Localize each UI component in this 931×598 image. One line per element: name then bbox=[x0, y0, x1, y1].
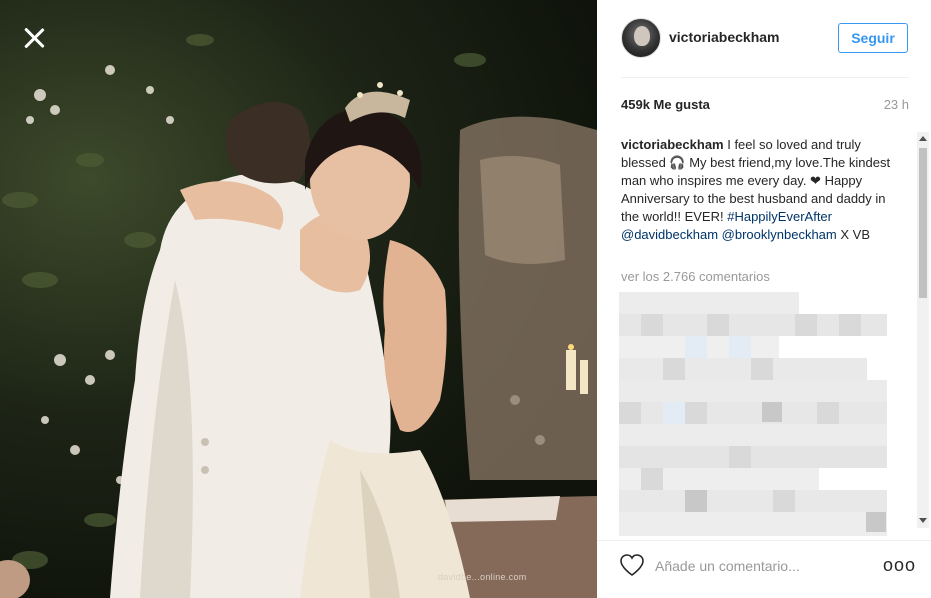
likes-count[interactable]: 459k Me gusta bbox=[621, 97, 710, 112]
caption-mention-david[interactable]: @davidbeckham bbox=[621, 227, 718, 242]
post-time[interactable]: 23 h bbox=[884, 97, 909, 112]
blurred-comments bbox=[619, 292, 887, 536]
photo-watermark: davidbe...online.com bbox=[438, 572, 527, 582]
comments-scrollbar[interactable] bbox=[917, 132, 929, 528]
scroll-up-arrow-icon[interactable] bbox=[919, 136, 927, 141]
caption-mention-brooklyn[interactable]: @brooklynbeckham bbox=[722, 227, 837, 242]
post-header: victoriabeckham Seguir bbox=[621, 18, 909, 78]
post-details-panel: victoriabeckham Seguir 459k Me gusta 23 … bbox=[597, 0, 931, 598]
heart-icon[interactable] bbox=[619, 553, 645, 577]
close-icon[interactable] bbox=[20, 24, 48, 52]
post-footer: ooo bbox=[597, 540, 931, 598]
caption-username[interactable]: victoriabeckham bbox=[621, 137, 724, 152]
caption-tail: X VB bbox=[836, 227, 870, 242]
wedding-photo-illustration bbox=[0, 34, 597, 598]
post-stats: 459k Me gusta 23 h bbox=[621, 97, 909, 117]
post-photo: davidbe...online.com bbox=[0, 0, 597, 598]
post-caption: victoriabeckham I feel so loved and trul… bbox=[621, 136, 903, 244]
post-modal: davidbe...online.com victoriabeckham Seg… bbox=[0, 0, 931, 598]
view-comments-link[interactable]: ver los 2.766 comentarios bbox=[621, 269, 770, 284]
more-options-icon[interactable]: ooo bbox=[883, 556, 915, 574]
follow-button[interactable]: Seguir bbox=[838, 23, 908, 53]
caption-hashtag[interactable]: #HappilyEverAfter bbox=[727, 209, 832, 224]
scroll-down-arrow-icon[interactable] bbox=[919, 518, 927, 523]
scroll-thumb[interactable] bbox=[919, 148, 927, 298]
comment-input[interactable] bbox=[655, 555, 855, 577]
avatar[interactable] bbox=[621, 18, 661, 58]
post-username[interactable]: victoriabeckham bbox=[669, 29, 780, 45]
